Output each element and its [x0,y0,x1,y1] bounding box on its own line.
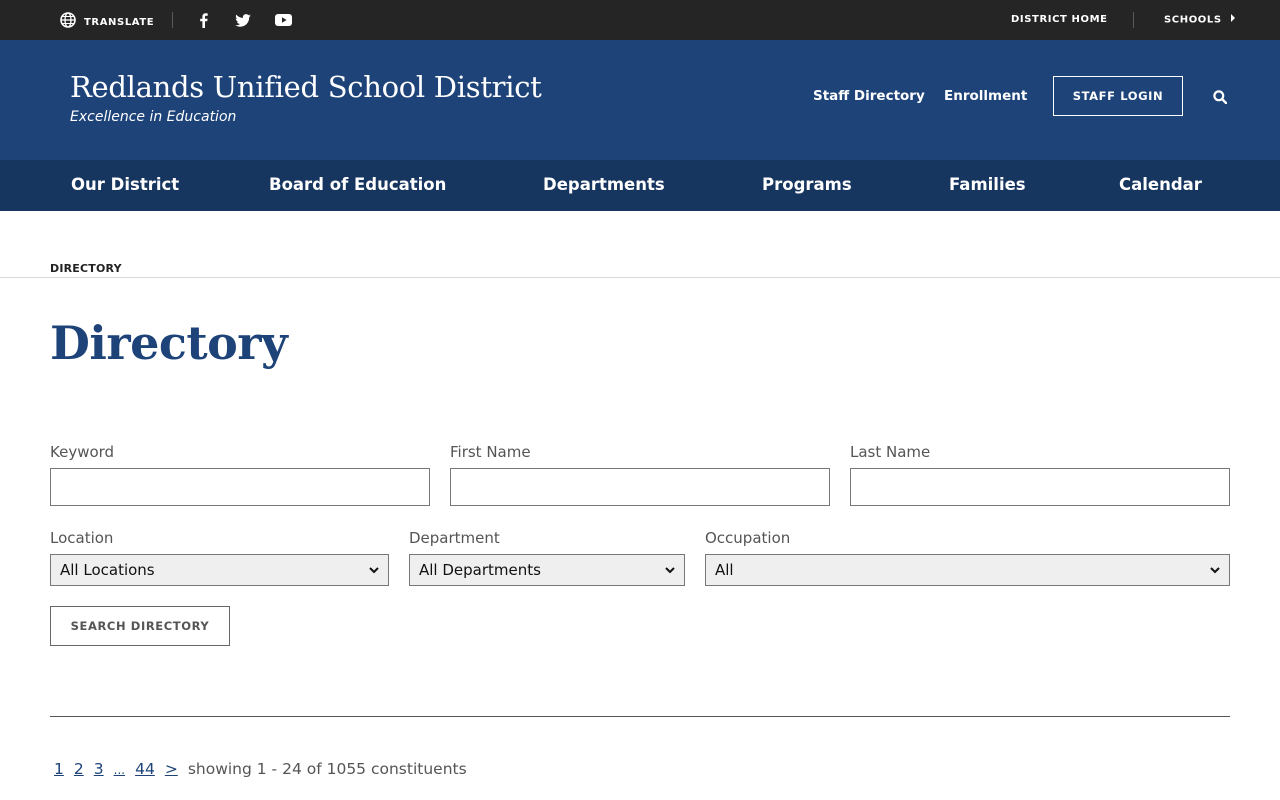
search-directory-button[interactable]: SEARCH DIRECTORY [50,606,230,646]
divider [172,12,173,28]
keyword-input[interactable] [50,468,430,506]
page-title: Directory [50,316,288,370]
last-name-label: Last Name [850,443,931,461]
page-link-3[interactable]: 3 [94,760,104,778]
site-tagline: Excellence in Education [70,109,237,125]
keyword-label: Keyword [50,443,115,461]
facebook-icon[interactable] [194,12,212,28]
department-select[interactable]: All Departments [409,554,685,586]
occupation-selected-value: All [715,561,734,579]
chevron-down-icon [1210,566,1220,574]
results-divider [50,716,1230,717]
schools-label: SCHOOLS [1164,14,1222,26]
caret-right-icon [1230,14,1236,25]
page-link-1[interactable]: 1 [54,760,64,778]
department-label: Department [409,529,500,547]
pagination: 1 2 3 ... 44 > showing 1 - 24 of 1055 co… [54,760,467,778]
breadcrumb: DIRECTORY [50,262,122,275]
site-header: Redlands Unified School District Excelle… [0,40,1280,160]
first-name-label: First Name [450,443,531,461]
youtube-icon[interactable] [274,12,292,28]
nav-item-our-district[interactable]: Our District [71,175,179,194]
chevron-down-icon [665,566,675,574]
nav-item-calendar[interactable]: Calendar [1119,175,1202,194]
site-title[interactable]: Redlands Unified School District [70,70,542,104]
translate-button[interactable]: TRANSLATE [60,12,154,32]
district-home-link[interactable]: DISTRICT HOME [1011,14,1108,25]
globe-icon [60,12,76,32]
page-link-2[interactable]: 2 [74,760,84,778]
location-label: Location [50,529,114,547]
translate-label: TRANSLATE [84,16,155,28]
occupation-label: Occupation [705,529,791,547]
main-nav: Our District Board of Education Departme… [0,160,1280,211]
location-select[interactable]: All Locations [50,554,389,586]
page-ellipsis-link[interactable]: ... [114,763,125,777]
schools-dropdown[interactable]: SCHOOLS [1164,14,1236,26]
search-icon[interactable] [1210,87,1230,107]
staff-login-button[interactable]: STAFF LOGIN [1053,76,1183,116]
staff-directory-link[interactable]: Staff Directory [813,88,925,104]
occupation-select[interactable]: All [705,554,1230,586]
department-selected-value: All Departments [419,561,541,579]
results-count: showing 1 - 24 of 1055 constituents [187,760,467,778]
last-name-input[interactable] [850,468,1230,506]
utility-bar: TRANSLATE DISTRICT HOME SCHOOLS [0,0,1280,40]
nav-item-board-of-education[interactable]: Board of Education [269,175,446,194]
nav-item-families[interactable]: Families [949,175,1026,194]
next-page-link[interactable]: > [165,760,178,778]
nav-item-programs[interactable]: Programs [762,175,852,194]
divider [1133,12,1134,28]
breadcrumb-divider [0,277,1280,278]
enrollment-link[interactable]: Enrollment [944,88,1027,104]
nav-item-departments[interactable]: Departments [543,175,665,194]
location-selected-value: All Locations [60,561,155,579]
twitter-icon[interactable] [234,12,252,28]
page-link-44[interactable]: 44 [135,760,155,778]
chevron-down-icon [369,566,379,574]
first-name-input[interactable] [450,468,830,506]
